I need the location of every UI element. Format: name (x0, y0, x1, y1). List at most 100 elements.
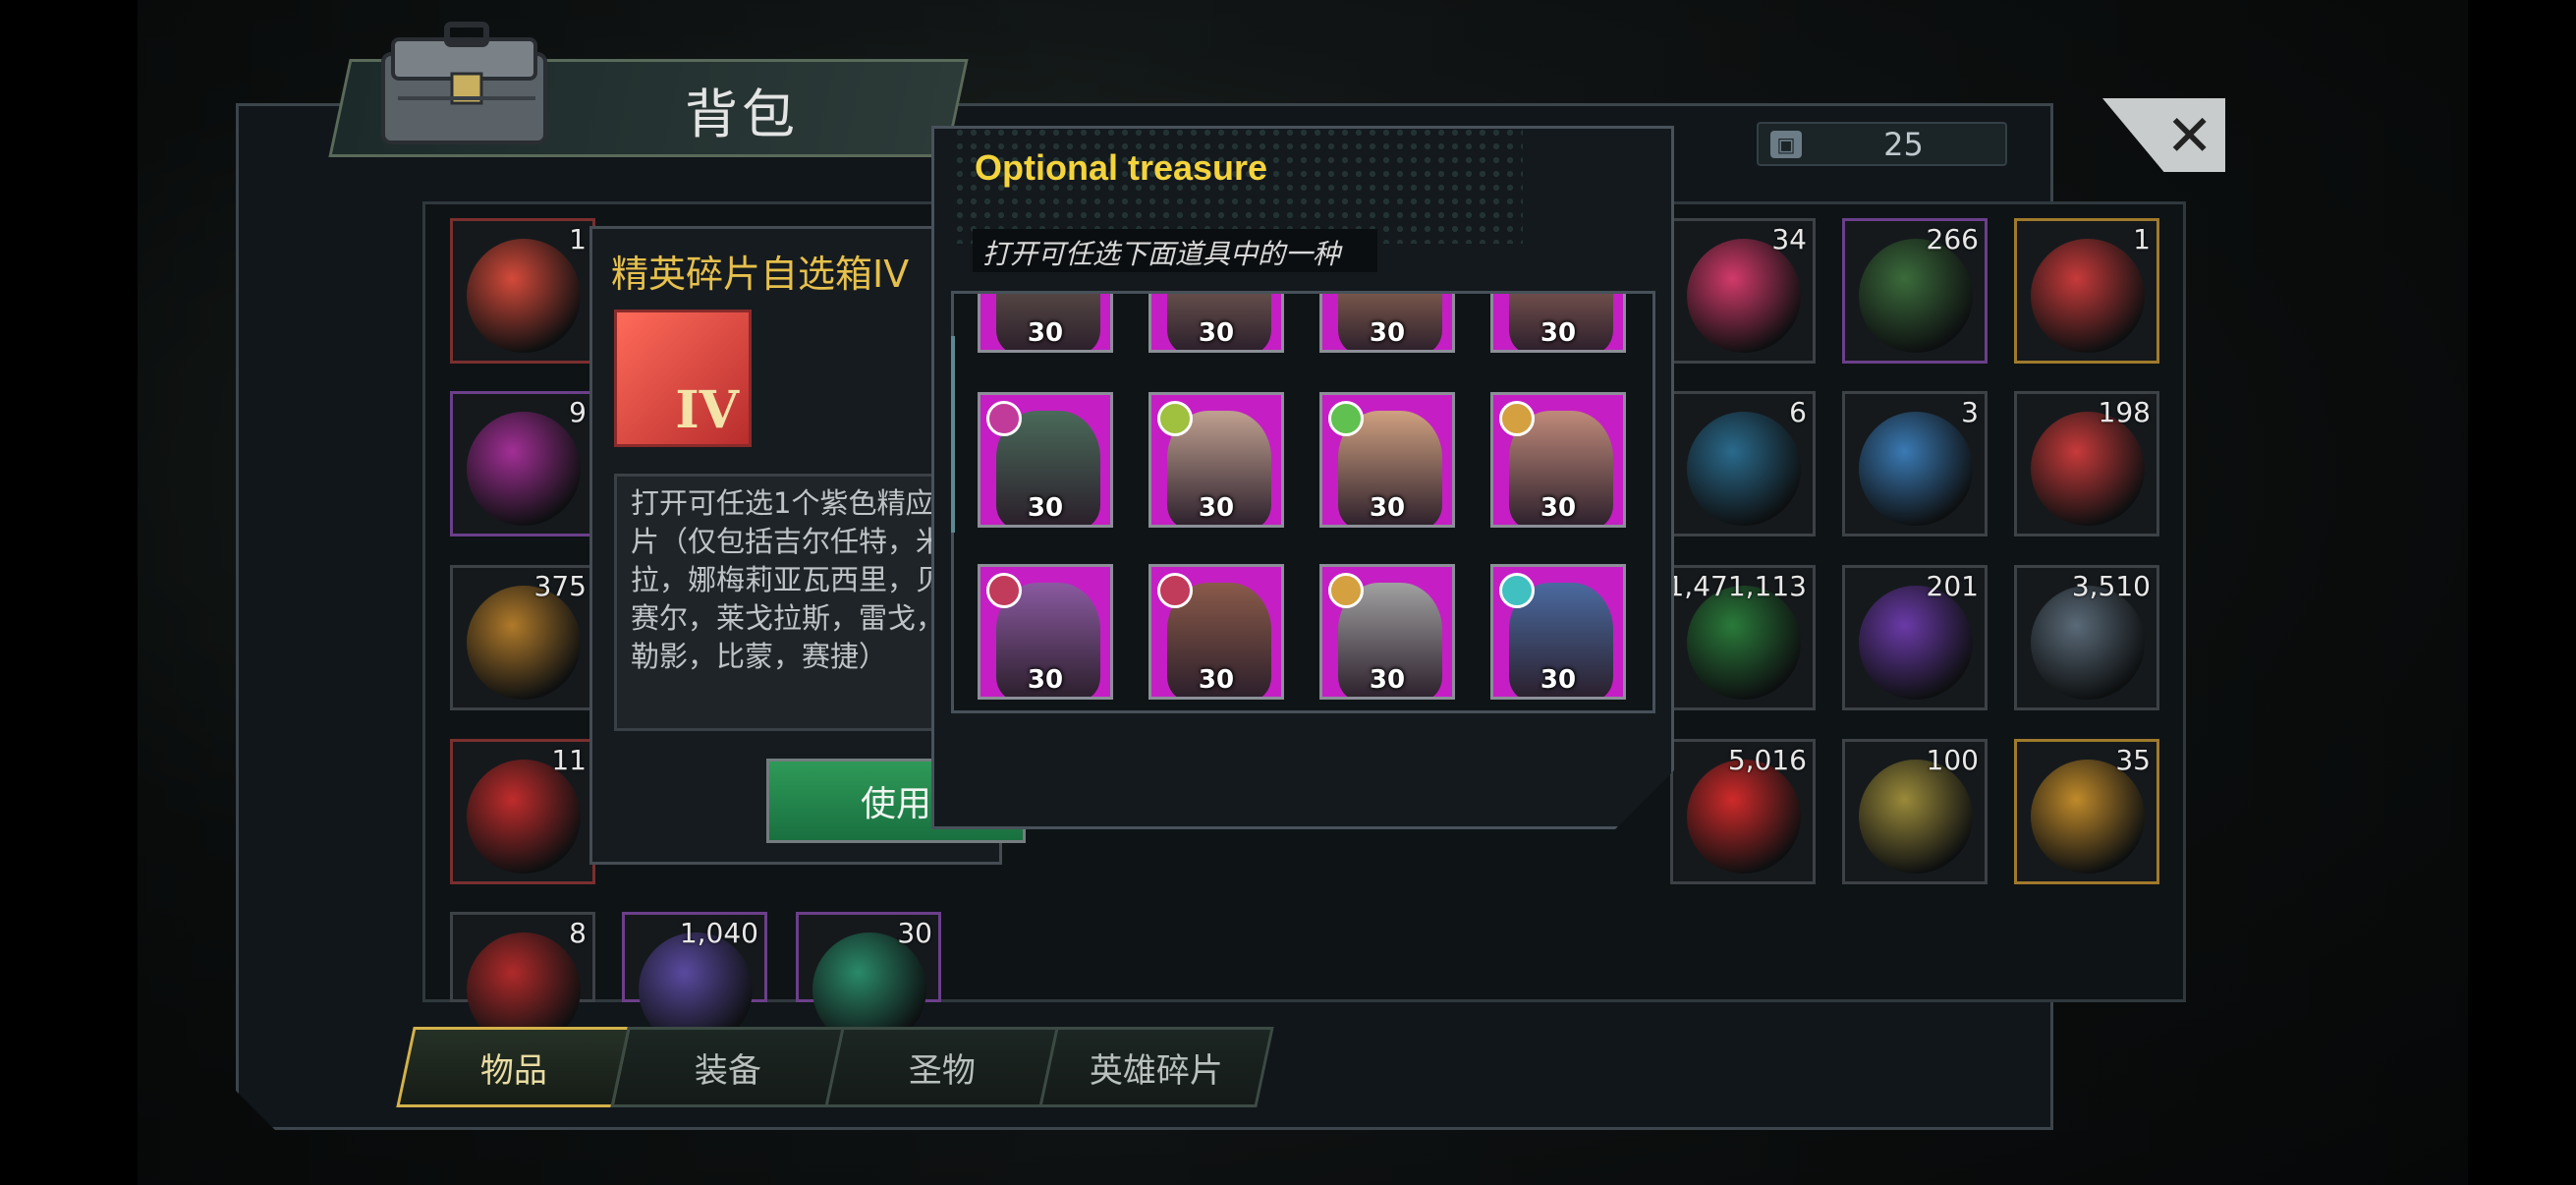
item-art (1687, 760, 1801, 874)
hero-shard-option[interactable]: 30 (1148, 392, 1284, 528)
hero-shard-option[interactable]: 30 (1319, 564, 1455, 700)
item-art (2031, 586, 2145, 700)
item-art (1859, 412, 1973, 526)
shard-count: 30 (1198, 665, 1235, 695)
hero-class-icon (986, 573, 1022, 608)
inventory-slot[interactable]: 266 (1842, 218, 1988, 364)
hero-shard-option[interactable]: 30 (978, 564, 1113, 700)
inventory-slot[interactable]: 1,040 (622, 912, 767, 1046)
popup-title: Optional treasure (975, 147, 1268, 188)
inventory-slot[interactable]: 9 (450, 391, 595, 536)
shard-count: 30 (1027, 493, 1064, 523)
item-count: 266 (1926, 223, 1979, 255)
item-count: 1,471,113 (1666, 570, 1807, 602)
inventory-slot[interactable]: 375 (450, 565, 595, 710)
item-count: 3,510 (2071, 570, 2151, 602)
capacity-value: 25 (1883, 125, 1924, 163)
hero-shard-option[interactable]: 30 (1490, 392, 1626, 528)
item-count: 3 (1961, 396, 1979, 428)
window-title: 背包 (685, 84, 799, 145)
inventory-slot[interactable]: 1 (450, 218, 595, 364)
tab-relics[interactable]: 圣物 (824, 1027, 1060, 1107)
tab-items[interactable]: 物品 (396, 1027, 632, 1107)
item-icon: IV (614, 310, 752, 447)
item-count: 201 (1926, 570, 1979, 602)
shard-count: 30 (1540, 318, 1577, 348)
shard-count: 30 (1369, 493, 1406, 523)
item-art (2031, 239, 2145, 353)
inventory-slot[interactable]: 3 (1842, 391, 1988, 536)
chest-icon (381, 22, 547, 144)
tab-label: 装备 (695, 1050, 761, 1091)
item-art (467, 239, 581, 353)
item-art (2031, 412, 2145, 526)
tab-hero-shards[interactable]: 英雄碎片 (1038, 1027, 1274, 1107)
hero-shard-option[interactable]: 30 (1490, 564, 1626, 700)
inventory-slot[interactable]: 198 (2014, 391, 2159, 536)
item-art (1859, 760, 1973, 874)
item-art (1859, 586, 1973, 700)
inventory-slot[interactable]: 6 (1670, 391, 1816, 536)
inventory-slot[interactable]: 5,016 (1670, 739, 1816, 884)
hero-shard-option[interactable]: 30 (978, 294, 1113, 353)
shard-count: 30 (1027, 665, 1064, 695)
item-art (1687, 586, 1801, 700)
item-count: 6 (1789, 396, 1807, 428)
inventory-slot[interactable]: 3,510 (2014, 565, 2159, 710)
shard-count: 30 (1369, 318, 1406, 348)
capacity-counter: ▣ 25 (1757, 122, 2007, 166)
hero-class-icon (986, 401, 1022, 436)
hero-class-icon (1328, 401, 1364, 436)
hero-class-icon (1499, 573, 1535, 608)
item-art (1859, 239, 1973, 353)
inventory-slot[interactable]: 30 (796, 912, 941, 1046)
item-count: 34 (1771, 223, 1807, 255)
item-count: 1 (569, 223, 587, 255)
tab-equipment[interactable]: 装备 (610, 1027, 846, 1107)
item-count: 1,040 (679, 917, 758, 949)
inventory-slot[interactable]: 8 (450, 912, 595, 1046)
item-art (1687, 239, 1801, 353)
item-art (1687, 412, 1801, 526)
hero-class-icon (1157, 573, 1193, 608)
hero-shard-option[interactable]: 30 (1148, 564, 1284, 700)
hero-shard-option[interactable]: 30 (1148, 294, 1284, 353)
scrollbar[interactable] (951, 336, 955, 533)
item-art (467, 586, 581, 700)
item-count: 5,016 (1727, 744, 1807, 776)
hero-class-icon (1157, 401, 1193, 436)
hero-choice-grid[interactable]: 30 30 30 30 30 30 30 30 30 30 30 30 (951, 291, 1655, 713)
shard-count: 30 (1198, 318, 1235, 348)
shard-count: 30 (1027, 318, 1064, 348)
inventory-slot[interactable]: 34 (1670, 218, 1816, 364)
item-count: 8 (569, 917, 587, 949)
inventory-slot[interactable]: 35 (2014, 739, 2159, 884)
item-count: 30 (897, 917, 932, 949)
item-count: 35 (2115, 744, 2151, 776)
hero-class-icon (1499, 401, 1535, 436)
inventory-slot[interactable]: 100 (1842, 739, 1988, 884)
hero-shard-option[interactable]: 30 (1319, 294, 1455, 353)
item-name: 精英碎片自选箱IV (611, 253, 910, 296)
item-count: 1 (2133, 223, 2151, 255)
hero-shard-option[interactable]: 30 (1319, 392, 1455, 528)
item-tier-label: IV (675, 380, 739, 440)
bag-capacity-icon: ▣ (1770, 130, 1802, 158)
tab-label: 物品 (480, 1050, 547, 1091)
popup-subtitle: 打开可任选下面道具中的一种 (973, 229, 1377, 272)
inventory-slot[interactable]: 201 (1842, 565, 1988, 710)
inventory-slot[interactable]: 11 (450, 739, 595, 884)
hero-shard-option[interactable]: 30 (978, 392, 1113, 528)
item-count: 9 (569, 396, 587, 428)
tab-label: 英雄碎片 (1090, 1050, 1223, 1091)
tab-label: 圣物 (909, 1050, 976, 1091)
item-art (2031, 760, 2145, 874)
hero-class-icon (1328, 573, 1364, 608)
inventory-slot[interactable]: 1 (2014, 218, 2159, 364)
shard-count: 30 (1198, 493, 1235, 523)
item-count: 198 (2098, 396, 2151, 428)
shard-count: 30 (1540, 665, 1577, 695)
hero-shard-option[interactable]: 30 (1490, 294, 1626, 353)
item-art (467, 760, 581, 874)
inventory-slot[interactable]: 1,471,113 (1666, 565, 1816, 710)
